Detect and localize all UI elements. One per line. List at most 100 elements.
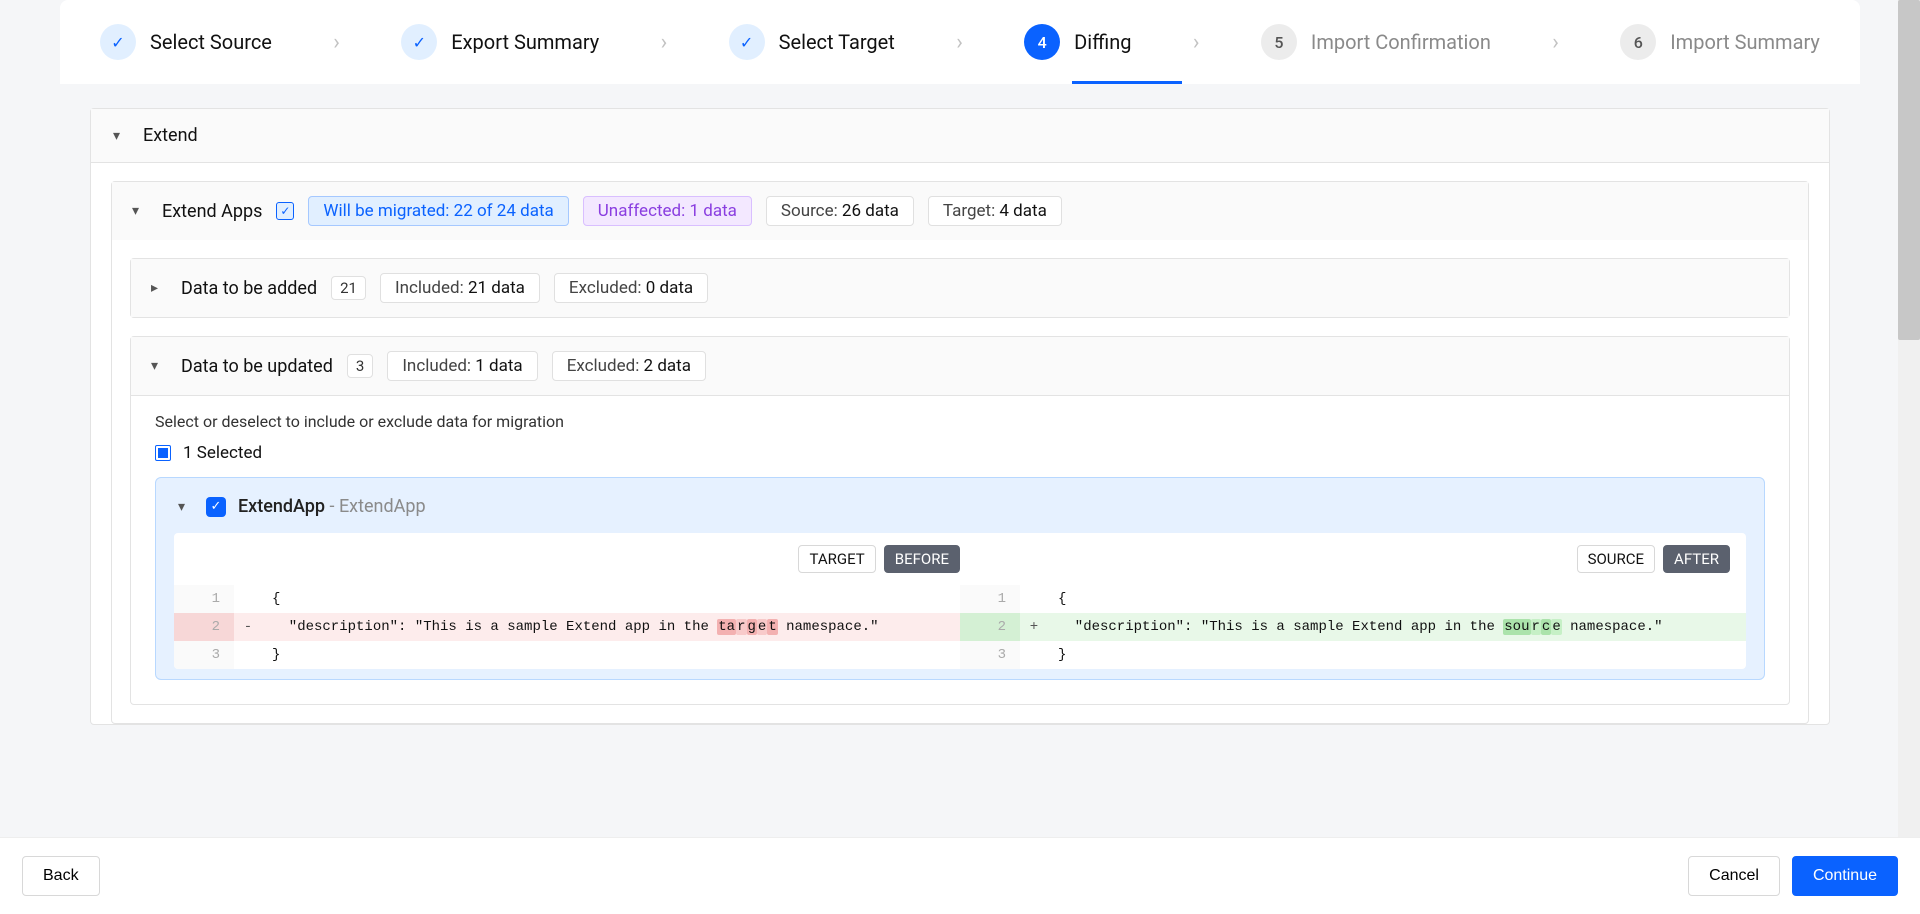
chevron-right-icon: › — [1193, 30, 1200, 55]
diff-labels-row: TARGET BEFORE SOURCE AFTER — [174, 533, 1746, 585]
wizard-stepper: ✓ Select Source › ✓ Export Summary › ✓ S… — [60, 0, 1860, 84]
step-number: 4 — [1024, 24, 1060, 60]
checkbox-indeterminate-icon[interactable] — [155, 445, 171, 461]
excluded-pill: Excluded: 2 data — [552, 351, 706, 381]
diff-right-side: 1 { — [960, 585, 1746, 613]
step-import-summary[interactable]: 6 Import Summary — [1620, 24, 1820, 60]
step-number: 6 — [1620, 24, 1656, 60]
diff-right-labels: SOURCE AFTER — [960, 545, 1730, 573]
diff-left-side: 3 } — [174, 641, 960, 669]
step-number: 5 — [1261, 24, 1297, 60]
included-pill: Included: 1 data — [387, 351, 537, 381]
chevron-down-icon[interactable]: ▾ — [178, 499, 194, 515]
step-export-summary[interactable]: ✓ Export Summary — [401, 24, 599, 60]
chevron-right-icon: › — [956, 30, 963, 55]
line-number: 1 — [174, 585, 234, 613]
wizard-footer: Back Cancel Continue — [0, 837, 1920, 914]
chevron-right-icon: › — [333, 30, 340, 55]
scrollbar-thumb[interactable] — [1898, 0, 1920, 340]
check-icon: ✓ — [729, 24, 765, 60]
step-import-confirmation[interactable]: 5 Import Confirmation — [1261, 24, 1491, 60]
data-updated-title: Data to be updated — [181, 356, 333, 377]
diff-sign — [234, 641, 262, 669]
check-icon: ✓ — [100, 24, 136, 60]
active-step-underline — [1072, 81, 1182, 84]
diff-sign — [1020, 641, 1048, 669]
checkbox-checked-icon[interactable]: ✓ — [276, 202, 294, 220]
selected-count-text: 1 Selected — [183, 443, 262, 463]
selected-summary: 1 Selected — [131, 437, 1789, 477]
excluded-pill: Excluded: 0 data — [554, 273, 708, 303]
chevron-down-icon[interactable]: ▾ — [132, 203, 148, 219]
diff-row: 3 } 3 } — [174, 641, 1746, 669]
code-line: } — [262, 641, 960, 669]
data-added-header: ▸ Data to be added 21 Included: 21 data … — [131, 259, 1789, 317]
line-number: 3 — [174, 641, 234, 669]
footer-right: Cancel Continue — [1688, 856, 1898, 896]
chevron-down-icon[interactable]: ▾ — [151, 358, 167, 374]
diff-sign — [234, 585, 262, 613]
line-number: 2 — [960, 613, 1020, 641]
after-tag: AFTER — [1663, 545, 1730, 573]
code-line: } — [1048, 641, 1746, 669]
step-label: Import Summary — [1670, 30, 1820, 54]
check-icon: ✓ — [401, 24, 437, 60]
line-number: 1 — [960, 585, 1020, 613]
code-line: "description": "This is a sample Extend … — [1048, 613, 1746, 641]
section-title: Extend — [143, 125, 198, 146]
source-pill: Source: 26 data — [766, 196, 914, 226]
code-line: { — [262, 585, 960, 613]
chevron-down-icon[interactable]: ▾ — [113, 128, 129, 144]
step-label: Select Source — [150, 30, 272, 54]
migrated-pill: Will be migrated: 22 of 24 data — [308, 196, 568, 226]
code-line: "description": "This is a sample Extend … — [262, 613, 960, 641]
diff-item-title: ExtendApp - ExtendApp — [238, 496, 426, 517]
step-label: Select Target — [779, 30, 895, 54]
step-select-target[interactable]: ✓ Select Target — [729, 24, 895, 60]
page-root: ✓ Select Source › ✓ Export Summary › ✓ S… — [0, 0, 1920, 914]
data-updated-header: ▾ Data to be updated 3 Included: 1 data … — [131, 337, 1789, 396]
step-diffing[interactable]: 4 Diffing — [1024, 24, 1131, 60]
step-select-source[interactable]: ✓ Select Source — [100, 24, 272, 60]
target-pill: Target: 4 data — [928, 196, 1062, 226]
extend-section-header[interactable]: ▾ Extend — [91, 109, 1829, 163]
update-instructions: Select or deselect to include or exclude… — [131, 396, 1789, 437]
data-updated-panel: ▾ Data to be updated 3 Included: 1 data … — [130, 336, 1790, 705]
continue-button[interactable]: Continue — [1792, 856, 1898, 896]
line-number: 3 — [960, 641, 1020, 669]
data-added-count: 21 — [331, 276, 366, 300]
chevron-right-icon[interactable]: ▸ — [151, 280, 167, 296]
target-tag: TARGET — [798, 545, 875, 573]
data-updated-count: 3 — [347, 354, 373, 378]
extend-apps-section: ▾ Extend Apps ✓ Will be migrated: 22 of … — [111, 181, 1809, 724]
diff-row: 2 - "description": "This is a sample Ext… — [174, 613, 1746, 641]
diff-row: 1 { 1 { — [174, 585, 1746, 613]
source-tag: SOURCE — [1577, 545, 1655, 573]
extend-apps-header: ▾ Extend Apps ✓ Will be migrated: 22 of … — [112, 182, 1808, 240]
before-tag: BEFORE — [884, 545, 960, 573]
data-added-title: Data to be added — [181, 278, 317, 299]
diff-item-header: ▾ ✓ ExtendApp - ExtendApp — [174, 496, 1746, 533]
cancel-button[interactable]: Cancel — [1688, 856, 1780, 896]
unaffected-pill: Unaffected: 1 data — [583, 196, 752, 226]
diff-item-extendapp: ▾ ✓ ExtendApp - ExtendApp TARGET BEFORE — [155, 477, 1765, 680]
data-added-panel: ▸ Data to be added 21 Included: 21 data … — [130, 258, 1790, 318]
diff-right-side: 2 + "description": "This is a sample Ext… — [960, 613, 1746, 641]
diff-left-side: 1 { — [174, 585, 960, 613]
checkbox-checked[interactable]: ✓ — [206, 497, 226, 517]
main-card: ▾ Extend ▾ Extend Apps ✓ Will be migrate… — [90, 108, 1830, 725]
diff-code-table: TARGET BEFORE SOURCE AFTER 1 — [174, 533, 1746, 669]
line-number: 2 — [174, 613, 234, 641]
scrollbar-track — [1898, 0, 1920, 860]
extend-apps-title: Extend Apps — [162, 201, 262, 222]
code-line: { — [1048, 585, 1746, 613]
diff-sign: + — [1020, 613, 1048, 641]
step-label: Export Summary — [451, 30, 599, 54]
back-button[interactable]: Back — [22, 856, 100, 896]
step-label: Diffing — [1074, 30, 1131, 54]
diff-right-side: 3 } — [960, 641, 1746, 669]
diff-sign — [1020, 585, 1048, 613]
diff-left-side: 2 - "description": "This is a sample Ext… — [174, 613, 960, 641]
step-label: Import Confirmation — [1311, 30, 1491, 54]
diff-sign: - — [234, 613, 262, 641]
